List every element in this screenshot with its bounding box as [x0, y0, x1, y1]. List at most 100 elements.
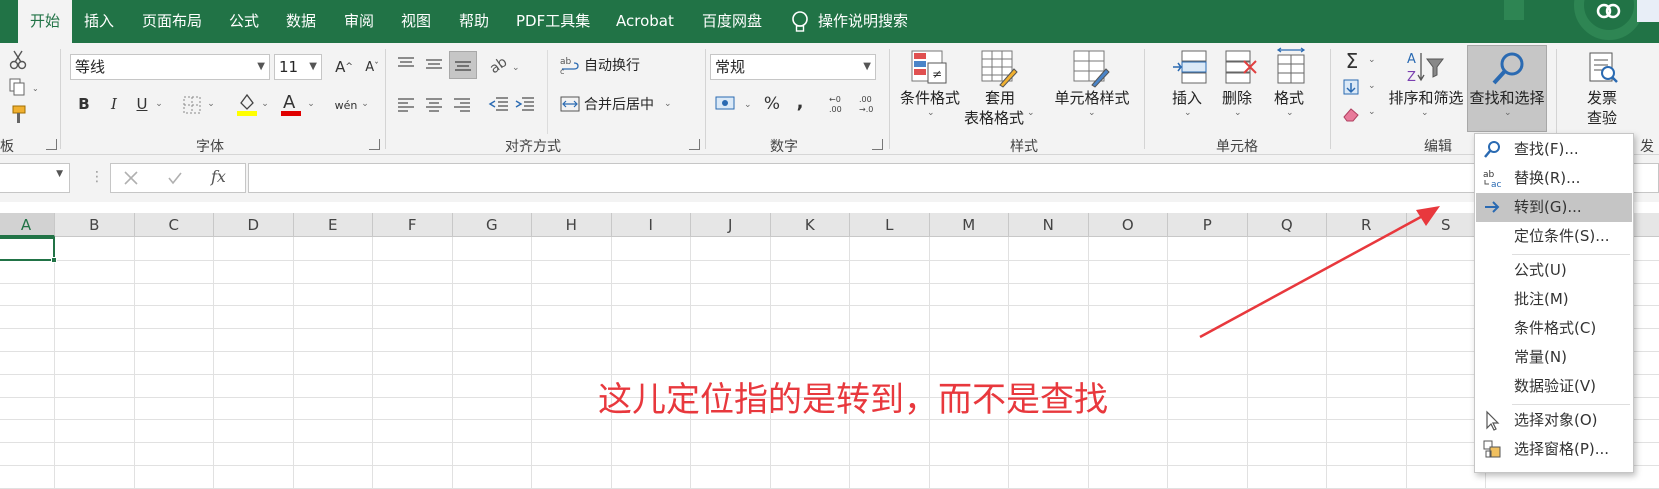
tab-insert[interactable]: 插入 [84, 0, 114, 43]
accounting-format-icon[interactable]: ⌄ [714, 93, 754, 115]
comma-style-button[interactable]: , [792, 90, 808, 114]
phonetic-guide-icon[interactable]: wén [334, 93, 358, 117]
clear-eraser-icon[interactable] [1342, 105, 1362, 123]
menu-item-constants[interactable]: 常量(N) [1476, 343, 1632, 372]
autosum-icon[interactable]: Σ [1340, 49, 1364, 73]
column-header[interactable]: J [691, 213, 771, 237]
selected-cell[interactable] [0, 237, 55, 261]
menu-item-comments[interactable]: 批注(M) [1476, 285, 1632, 314]
tab-view[interactable]: 视图 [401, 0, 431, 43]
column-header[interactable]: G [453, 213, 532, 237]
tab-help[interactable]: 帮助 [459, 0, 489, 43]
copy-icon[interactable]: ⌄ [8, 78, 40, 96]
sort-filter-label[interactable]: 排序和筛选 [1388, 89, 1464, 107]
insert-cells-label[interactable]: 插入 [1166, 89, 1208, 107]
cell-styles-icon[interactable] [1072, 49, 1110, 89]
menu-item-select-objects[interactable]: 选择对象(O) [1476, 406, 1632, 435]
align-top-icon[interactable] [396, 55, 416, 73]
column-header[interactable]: M [930, 213, 1009, 237]
column-header[interactable]: C [135, 213, 214, 237]
sort-filter-icon[interactable]: AZ [1405, 49, 1445, 87]
clipboard-launcher[interactable] [46, 139, 57, 150]
delete-cells-icon[interactable] [1222, 49, 1260, 87]
column-header[interactable]: A [0, 213, 55, 237]
font-launcher[interactable] [369, 139, 380, 150]
column-header[interactable]: D [214, 213, 294, 237]
chevron-down-icon[interactable]: ⌄ [154, 95, 164, 113]
cancel-icon[interactable] [123, 170, 139, 186]
italic-button[interactable]: I [104, 92, 124, 116]
cloud-icon[interactable] [1594, 0, 1624, 22]
chevron-down-icon[interactable]: ⌄ [206, 95, 216, 113]
align-bottom-button[interactable] [449, 51, 477, 79]
tab-acrobat[interactable]: Acrobat [616, 0, 674, 43]
delete-cells-label[interactable]: 删除 [1216, 89, 1258, 107]
number-launcher[interactable] [872, 139, 883, 150]
chevron-down-icon[interactable]: ⌄ [306, 95, 316, 113]
format-as-table-icon[interactable] [980, 49, 1018, 89]
menu-item-data-validation[interactable]: 数据验证(V) [1476, 372, 1632, 401]
confirm-check-icon[interactable] [167, 170, 183, 186]
number-format-combo[interactable]: 常规 ▼ [710, 54, 876, 80]
tab-data[interactable]: 数据 [286, 0, 316, 43]
align-center-icon[interactable] [424, 95, 444, 113]
tab-baidu-netdisk[interactable]: 百度网盘 [702, 0, 762, 43]
decrease-font-size-icon[interactable]: Aˇ [360, 55, 384, 79]
chevron-down-icon[interactable]: ⌄ [1368, 81, 1376, 91]
formula-input[interactable] [248, 163, 1659, 193]
cell-styles-label[interactable]: 单元格样式 [1050, 89, 1134, 107]
merge-center-button[interactable]: 合并后居中 ⌄ [560, 92, 672, 116]
conditional-formatting-icon[interactable]: ≠ [910, 49, 948, 89]
conditional-formatting-label[interactable]: 条件格式 [898, 89, 962, 107]
chevron-down-icon[interactable]: ⌄ [260, 95, 270, 113]
tab-review[interactable]: 审阅 [344, 0, 374, 43]
column-header[interactable]: N [1009, 213, 1089, 237]
menu-item-find[interactable]: 查找(F)... [1476, 135, 1632, 164]
cut-icon[interactable] [8, 50, 28, 70]
column-header[interactable]: K [771, 213, 850, 237]
invoice-label-1[interactable]: 发票 [1580, 89, 1624, 107]
font-size-combo[interactable]: 11 ▼ [274, 54, 322, 80]
align-left-icon[interactable] [396, 95, 416, 113]
column-header[interactable]: B [55, 213, 135, 237]
column-header[interactable]: L [850, 213, 930, 237]
underline-button[interactable]: U [132, 92, 152, 116]
increase-indent-icon[interactable] [514, 95, 536, 113]
fill-icon[interactable] [1342, 79, 1362, 97]
name-box[interactable]: ▼ [0, 163, 70, 193]
column-header[interactable]: E [294, 213, 373, 237]
invoice-label-2[interactable]: 查验 [1580, 109, 1624, 127]
menu-item-replace[interactable]: ab ac 替换(R)... [1476, 164, 1632, 193]
column-header[interactable]: I [612, 213, 691, 237]
format-as-table-label-2[interactable]: 表格格式 [962, 109, 1026, 127]
menu-item-goto-special[interactable]: 定位条件(S)... [1476, 222, 1632, 251]
tab-page-layout[interactable]: 页面布局 [142, 0, 202, 43]
wrap-text-button[interactable]: ab c 自动换行 [560, 53, 640, 77]
border-icon[interactable] [182, 95, 202, 115]
menu-item-goto[interactable]: 转到(G)... [1476, 193, 1632, 222]
menu-item-formulas[interactable]: 公式(U) [1476, 256, 1632, 285]
tab-home[interactable]: 开始 [18, 0, 73, 43]
insert-function-icon[interactable]: fx [211, 167, 226, 186]
format-as-table-label-1[interactable]: 套用 [980, 89, 1020, 107]
chevron-down-icon[interactable]: ⌄ [360, 95, 370, 113]
decrease-decimal-icon[interactable]: .00→.0 [856, 93, 880, 115]
fill-handle[interactable] [51, 257, 57, 263]
alignment-launcher[interactable] [689, 139, 700, 150]
column-header[interactable]: O [1089, 213, 1168, 237]
percent-button[interactable]: % [762, 92, 782, 116]
align-right-icon[interactable] [452, 95, 472, 113]
chevron-down-icon[interactable]: ⌄ [1368, 55, 1376, 65]
tell-me-search[interactable]: 操作说明搜索 [818, 0, 908, 43]
font-name-combo[interactable]: 等线 ▼ [70, 54, 270, 80]
format-cells-icon[interactable] [1274, 47, 1310, 87]
column-header[interactable]: F [373, 213, 453, 237]
insert-cells-icon[interactable] [1172, 49, 1210, 87]
font-color-icon[interactable]: A [280, 91, 302, 117]
invoice-check-icon[interactable] [1586, 51, 1620, 85]
align-middle-icon[interactable] [424, 55, 444, 73]
fill-color-icon[interactable] [236, 91, 258, 117]
format-painter-icon[interactable] [8, 105, 28, 125]
chevron-down-icon[interactable]: ⌄ [1368, 107, 1376, 117]
decrease-indent-icon[interactable] [488, 95, 510, 113]
